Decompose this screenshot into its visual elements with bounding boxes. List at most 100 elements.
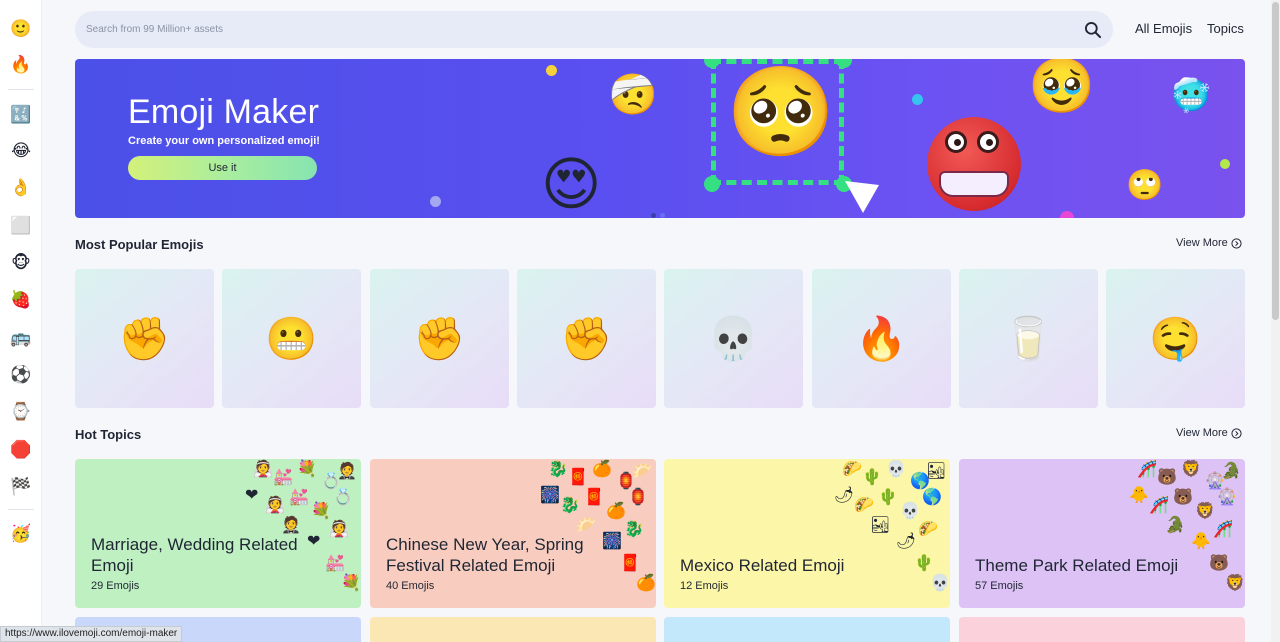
- hand-gesture-icon[interactable]: 👌: [9, 176, 33, 200]
- arrow-circle-icon: [1231, 427, 1242, 439]
- popular-emoji-card[interactable]: 💀: [664, 269, 803, 408]
- emoji-glyph: 🥛: [1002, 313, 1055, 363]
- stop-sign-icon[interactable]: 🛑: [9, 438, 33, 462]
- popular-emoji-card[interactable]: ✊: [517, 269, 656, 408]
- topic-title: Marriage, Wedding Related Emoji: [91, 535, 298, 575]
- emoji-maker-selection[interactable]: 🥺: [711, 59, 844, 185]
- symbols-keycap-icon[interactable]: 🔣: [9, 103, 33, 127]
- decor-dot: [1060, 211, 1074, 218]
- topic-decoration-emoji: 🍊: [606, 501, 626, 520]
- topic-card-wedding[interactable]: Marriage, Wedding Related Emoji 29 Emoji…: [75, 459, 361, 608]
- topic-decoration-emoji: 🐉: [548, 459, 568, 478]
- laughing-face-icon[interactable]: 😂: [9, 139, 33, 163]
- topic-decoration-emoji: 🌮: [842, 459, 862, 478]
- topic-card-theme-park[interactable]: Theme Park Related Emoji 57 Emojis 🎢 🐻 🦁 🎡 🐊…: [959, 459, 1245, 608]
- cold-face-emoji: 🥶: [1171, 76, 1211, 114]
- page-scrollbar[interactable]: [1271, 0, 1280, 642]
- topic-decoration-emoji: 💐: [297, 459, 317, 478]
- carousel-dot[interactable]: [651, 213, 656, 218]
- emoji-maker-icon[interactable]: 🥳: [9, 522, 33, 546]
- topic-card[interactable]: [959, 617, 1245, 642]
- decor-dot: [430, 196, 441, 207]
- emoji-glyph: 🤤: [1149, 313, 1202, 363]
- topic-decoration-emoji: 💀: [900, 501, 920, 520]
- resize-handle[interactable]: [704, 176, 720, 192]
- popular-view-more-link[interactable]: View More: [1176, 237, 1242, 249]
- popular-emoji-card[interactable]: 🤤: [1106, 269, 1245, 408]
- topic-decoration-emoji: 🌵: [914, 553, 934, 572]
- cursor-arrow-icon: [845, 181, 879, 213]
- emoji-glyph: ✊: [560, 313, 613, 363]
- topic-decoration-emoji: 💒: [273, 467, 293, 486]
- emoji-glyph: ✊: [413, 313, 466, 363]
- pleading-face-emoji: 🥺: [726, 60, 836, 163]
- topic-decoration-emoji: 👰: [265, 495, 285, 514]
- topic-decoration-emoji: 🌵: [862, 467, 882, 486]
- emoji-maker-banner[interactable]: Emoji Maker Create your own personalized…: [75, 59, 1245, 218]
- scrollbar-thumb[interactable]: [1272, 2, 1279, 320]
- popular-emoji-card[interactable]: 🥛: [959, 269, 1098, 408]
- popular-emoji-card[interactable]: ✊: [370, 269, 509, 408]
- trending-fire-icon[interactable]: 🔥: [9, 53, 33, 77]
- topic-decoration-emoji: 💐: [311, 501, 331, 520]
- topic-decoration-emoji: 🥟: [632, 461, 652, 480]
- chequered-flag-icon[interactable]: 🏁: [9, 475, 33, 499]
- popular-emoji-card[interactable]: 🔥: [812, 269, 951, 408]
- topic-decoration-emoji: 💍: [333, 487, 353, 506]
- face-eye: [977, 131, 999, 153]
- topic-card[interactable]: [664, 617, 950, 642]
- emoji-glyph: 🔥: [855, 313, 908, 363]
- topic-decoration-emoji: 🎆: [540, 485, 560, 504]
- search-icon[interactable]: [1083, 20, 1103, 40]
- decor-dot: [912, 94, 923, 105]
- topic-decoration-emoji: 🧧: [584, 487, 604, 506]
- topic-decoration-emoji: 🍊: [592, 459, 612, 478]
- topic-decoration-emoji: 💀: [930, 573, 950, 592]
- watch-icon[interactable]: ⌚: [9, 400, 33, 424]
- sidebar-divider: [8, 509, 34, 510]
- topic-decoration-emoji: 🧧: [620, 553, 640, 572]
- topic-title: Theme Park Related Emoji: [975, 556, 1179, 575]
- topic-decoration-emoji: 🧧: [568, 467, 588, 486]
- use-it-button[interactable]: Use it: [128, 156, 317, 180]
- topics-view-more-link[interactable]: View More: [1176, 427, 1242, 439]
- topic-count: 12 Emojis: [680, 580, 729, 592]
- topic-card-mexico[interactable]: Mexico Related Emoji 12 Emojis 🌮 🌵 💀 🌎 🏜 🌶 🌮 🌵 💀…: [664, 459, 950, 608]
- smileys-icon[interactable]: 🙂: [9, 17, 33, 41]
- emoji-glyph: 😬: [265, 313, 318, 363]
- topic-card[interactable]: [370, 617, 656, 642]
- bus-icon[interactable]: 🚌: [9, 326, 33, 350]
- face-eye: [945, 131, 967, 153]
- topic-decoration-emoji: 🌮: [854, 495, 874, 514]
- topic-decoration-emoji: 👰: [253, 459, 273, 478]
- category-sidebar: 🙂 🔥 🔣 😂 👌 ⬜ 🐵 🍓 🚌 ⚽ ⌚ 🛑 🏁 🥳: [0, 0, 42, 642]
- soccer-ball-icon[interactable]: ⚽: [9, 363, 33, 387]
- bandaged-face-emoji: 🤕: [608, 72, 658, 118]
- topic-decoration-emoji: 🌵: [878, 487, 898, 506]
- strawberry-icon[interactable]: 🍓: [9, 288, 33, 312]
- heart-eyes-emoji: 😍: [541, 150, 602, 218]
- topic-decoration-emoji: 🥟: [576, 515, 596, 534]
- topic-decoration-emoji: 💒: [325, 553, 345, 572]
- topic-card-chinese-new-year[interactable]: Chinese New Year, Spring Festival Relate…: [370, 459, 656, 608]
- popular-emoji-card[interactable]: 😬: [222, 269, 361, 408]
- popular-emoji-card[interactable]: ✊: [75, 269, 214, 408]
- section-title-popular: Most Popular Emojis: [75, 237, 204, 252]
- frame-icon[interactable]: ⬜: [9, 214, 33, 238]
- emoji-glyph: ✊: [118, 313, 171, 363]
- banner-subtitle: Create your own personalized emoji!: [128, 135, 320, 147]
- topic-decoration-emoji: 🦁: [1225, 573, 1245, 592]
- banner-title: Emoji Maker: [128, 93, 320, 131]
- nav-all-emojis[interactable]: All Emojis: [1135, 21, 1192, 36]
- topic-decoration-emoji: 🦁: [1181, 459, 1201, 478]
- topic-decoration-emoji: 🎢: [1149, 495, 1169, 514]
- carousel-dot[interactable]: [660, 213, 665, 218]
- nav-topics[interactable]: Topics: [1207, 21, 1244, 36]
- carousel-dots[interactable]: [651, 205, 669, 218]
- search-input[interactable]: [75, 11, 1055, 48]
- monkey-icon[interactable]: 🐵: [9, 251, 33, 275]
- topic-decoration-emoji: 🌮: [918, 519, 938, 538]
- topic-decoration-emoji: 🐊: [1165, 515, 1185, 534]
- sidebar-divider: [8, 89, 34, 90]
- topic-decoration-emoji: 🐥: [1191, 531, 1211, 550]
